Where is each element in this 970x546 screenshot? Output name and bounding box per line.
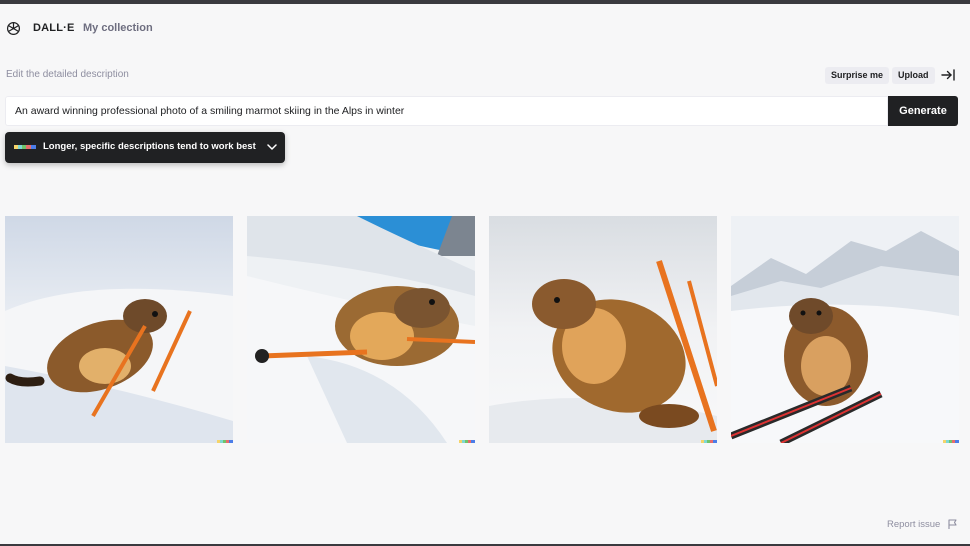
chevron-down-icon[interactable]	[267, 143, 277, 151]
generated-image-2[interactable]	[247, 216, 475, 443]
generated-image-1[interactable]	[5, 216, 233, 443]
generated-image-3[interactable]	[489, 216, 717, 443]
report-issue-link[interactable]: Report issue	[887, 519, 940, 530]
dalle-signature-icon	[459, 440, 475, 443]
dalle-signature-icon	[701, 440, 717, 443]
surprise-me-button[interactable]: Surprise me	[825, 67, 890, 84]
generated-image-4[interactable]	[731, 216, 959, 443]
flag-icon[interactable]	[948, 519, 957, 529]
upload-button[interactable]: Upload	[892, 67, 935, 84]
generate-button[interactable]: Generate	[888, 96, 958, 126]
color-spectrum-icon	[14, 145, 36, 149]
tip-banner[interactable]: Longer, specific descriptions tend to wo…	[5, 132, 285, 163]
prompt-input[interactable]	[5, 96, 888, 126]
top-nav: DALL·E My collection	[0, 12, 970, 46]
arrow-to-right-icon[interactable]	[941, 69, 955, 81]
dalle-signature-icon	[217, 440, 233, 443]
marmot-skiing-image	[5, 216, 233, 443]
my-collection-link[interactable]: My collection	[83, 22, 153, 34]
marmot-skiing-image	[489, 216, 717, 443]
dalle-signature-icon	[943, 440, 959, 443]
marmot-skiing-image	[247, 216, 475, 443]
window-top-border	[0, 0, 970, 4]
marmot-skiing-image	[731, 216, 959, 443]
brand-link[interactable]: DALL·E	[33, 22, 75, 34]
openai-logo-icon[interactable]	[6, 21, 21, 36]
prompt-label: Edit the detailed description	[6, 69, 129, 80]
tip-text: Longer, specific descriptions tend to wo…	[43, 141, 256, 152]
